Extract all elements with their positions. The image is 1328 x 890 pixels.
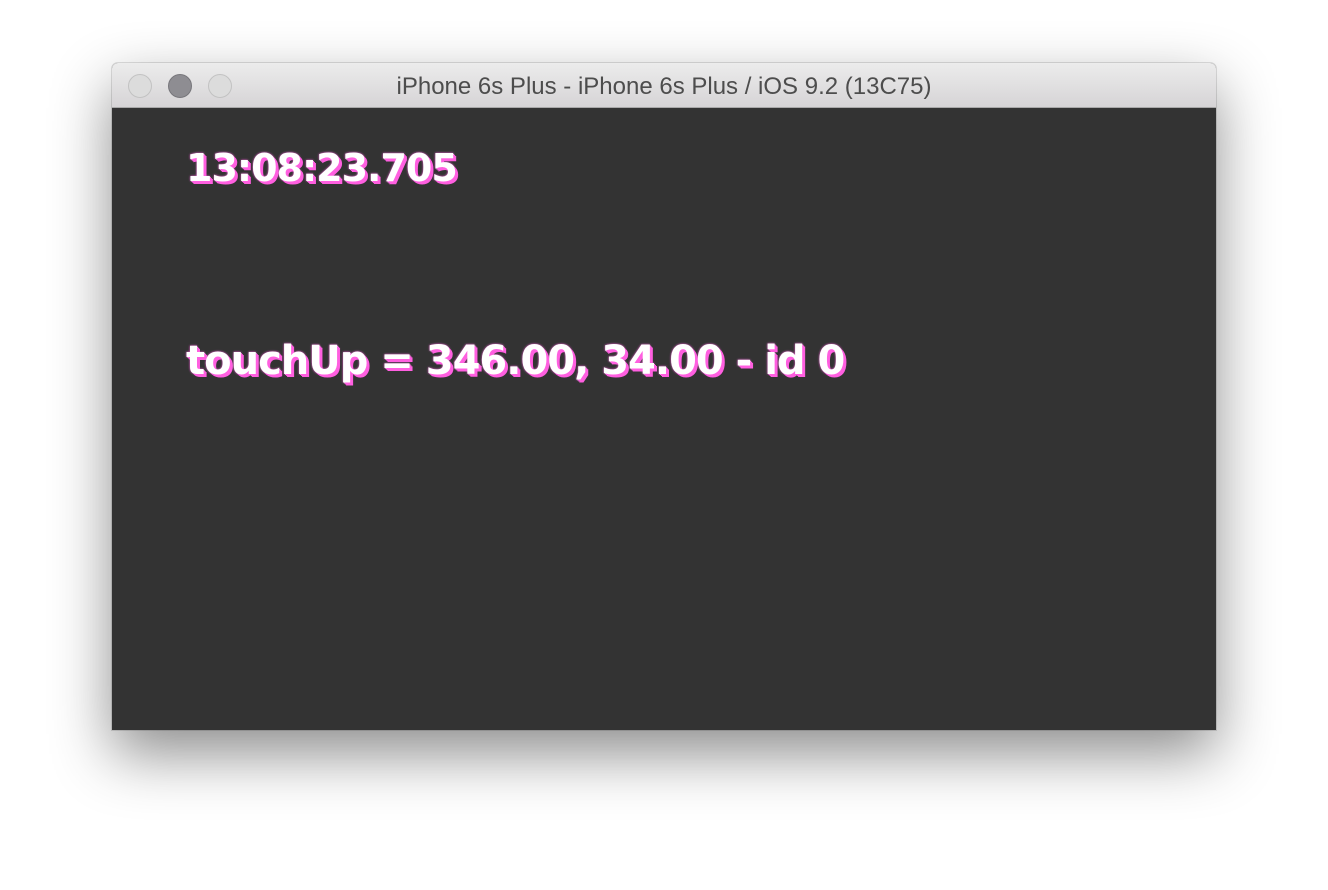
clock-readout: 13:08:23.705 [186,146,458,190]
simulator-window: iPhone 6s Plus - iPhone 6s Plus / iOS 9.… [112,63,1216,730]
window-title: iPhone 6s Plus - iPhone 6s Plus / iOS 9.… [396,73,932,100]
simulator-screen[interactable]: 13:08:23.705 touchUp = 346.00, 34.00 - i… [112,108,1216,730]
touch-event-readout: touchUp = 346.00, 34.00 - id 0 [186,338,845,384]
window-titlebar[interactable]: iPhone 6s Plus - iPhone 6s Plus / iOS 9.… [112,63,1216,108]
